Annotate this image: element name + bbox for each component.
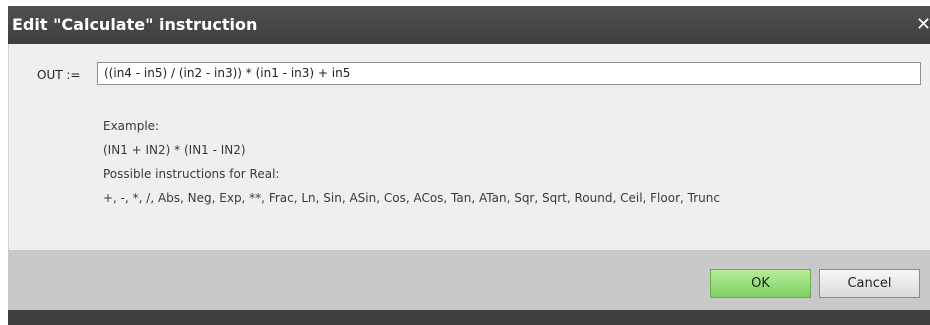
dialog-title: Edit "Calculate" instruction — [12, 15, 258, 34]
formula-input[interactable]: ((in4 - in5) / (in2 - in3)) * (in1 - in3… — [97, 62, 921, 85]
out-label: OUT := — [37, 68, 81, 82]
cancel-button[interactable]: Cancel — [819, 269, 920, 298]
example-formula: (IN1 + IN2) * (IN1 - IN2) — [103, 143, 246, 157]
button-bar: OK Cancel — [8, 250, 930, 310]
instructions-heading: Possible instructions for Real: — [103, 167, 280, 181]
bottom-edge — [8, 310, 930, 325]
close-icon[interactable]: ✕ — [916, 6, 930, 44]
title-bar[interactable]: Edit "Calculate" instruction ✕ — [8, 6, 930, 44]
dialog-content: OUT := ((in4 - in5) / (in2 - in3)) * (in… — [8, 44, 930, 250]
instructions-list: +, -, *, /, Abs, Neg, Exp, **, Frac, Ln,… — [103, 191, 720, 205]
help-panel: Example: (IN1 + IN2) * (IN1 - IN2) Possi… — [103, 114, 720, 210]
ok-button[interactable]: OK — [710, 269, 811, 298]
edit-calculate-dialog: Edit "Calculate" instruction ✕ OUT := ((… — [0, 0, 930, 325]
example-heading: Example: — [103, 119, 160, 133]
